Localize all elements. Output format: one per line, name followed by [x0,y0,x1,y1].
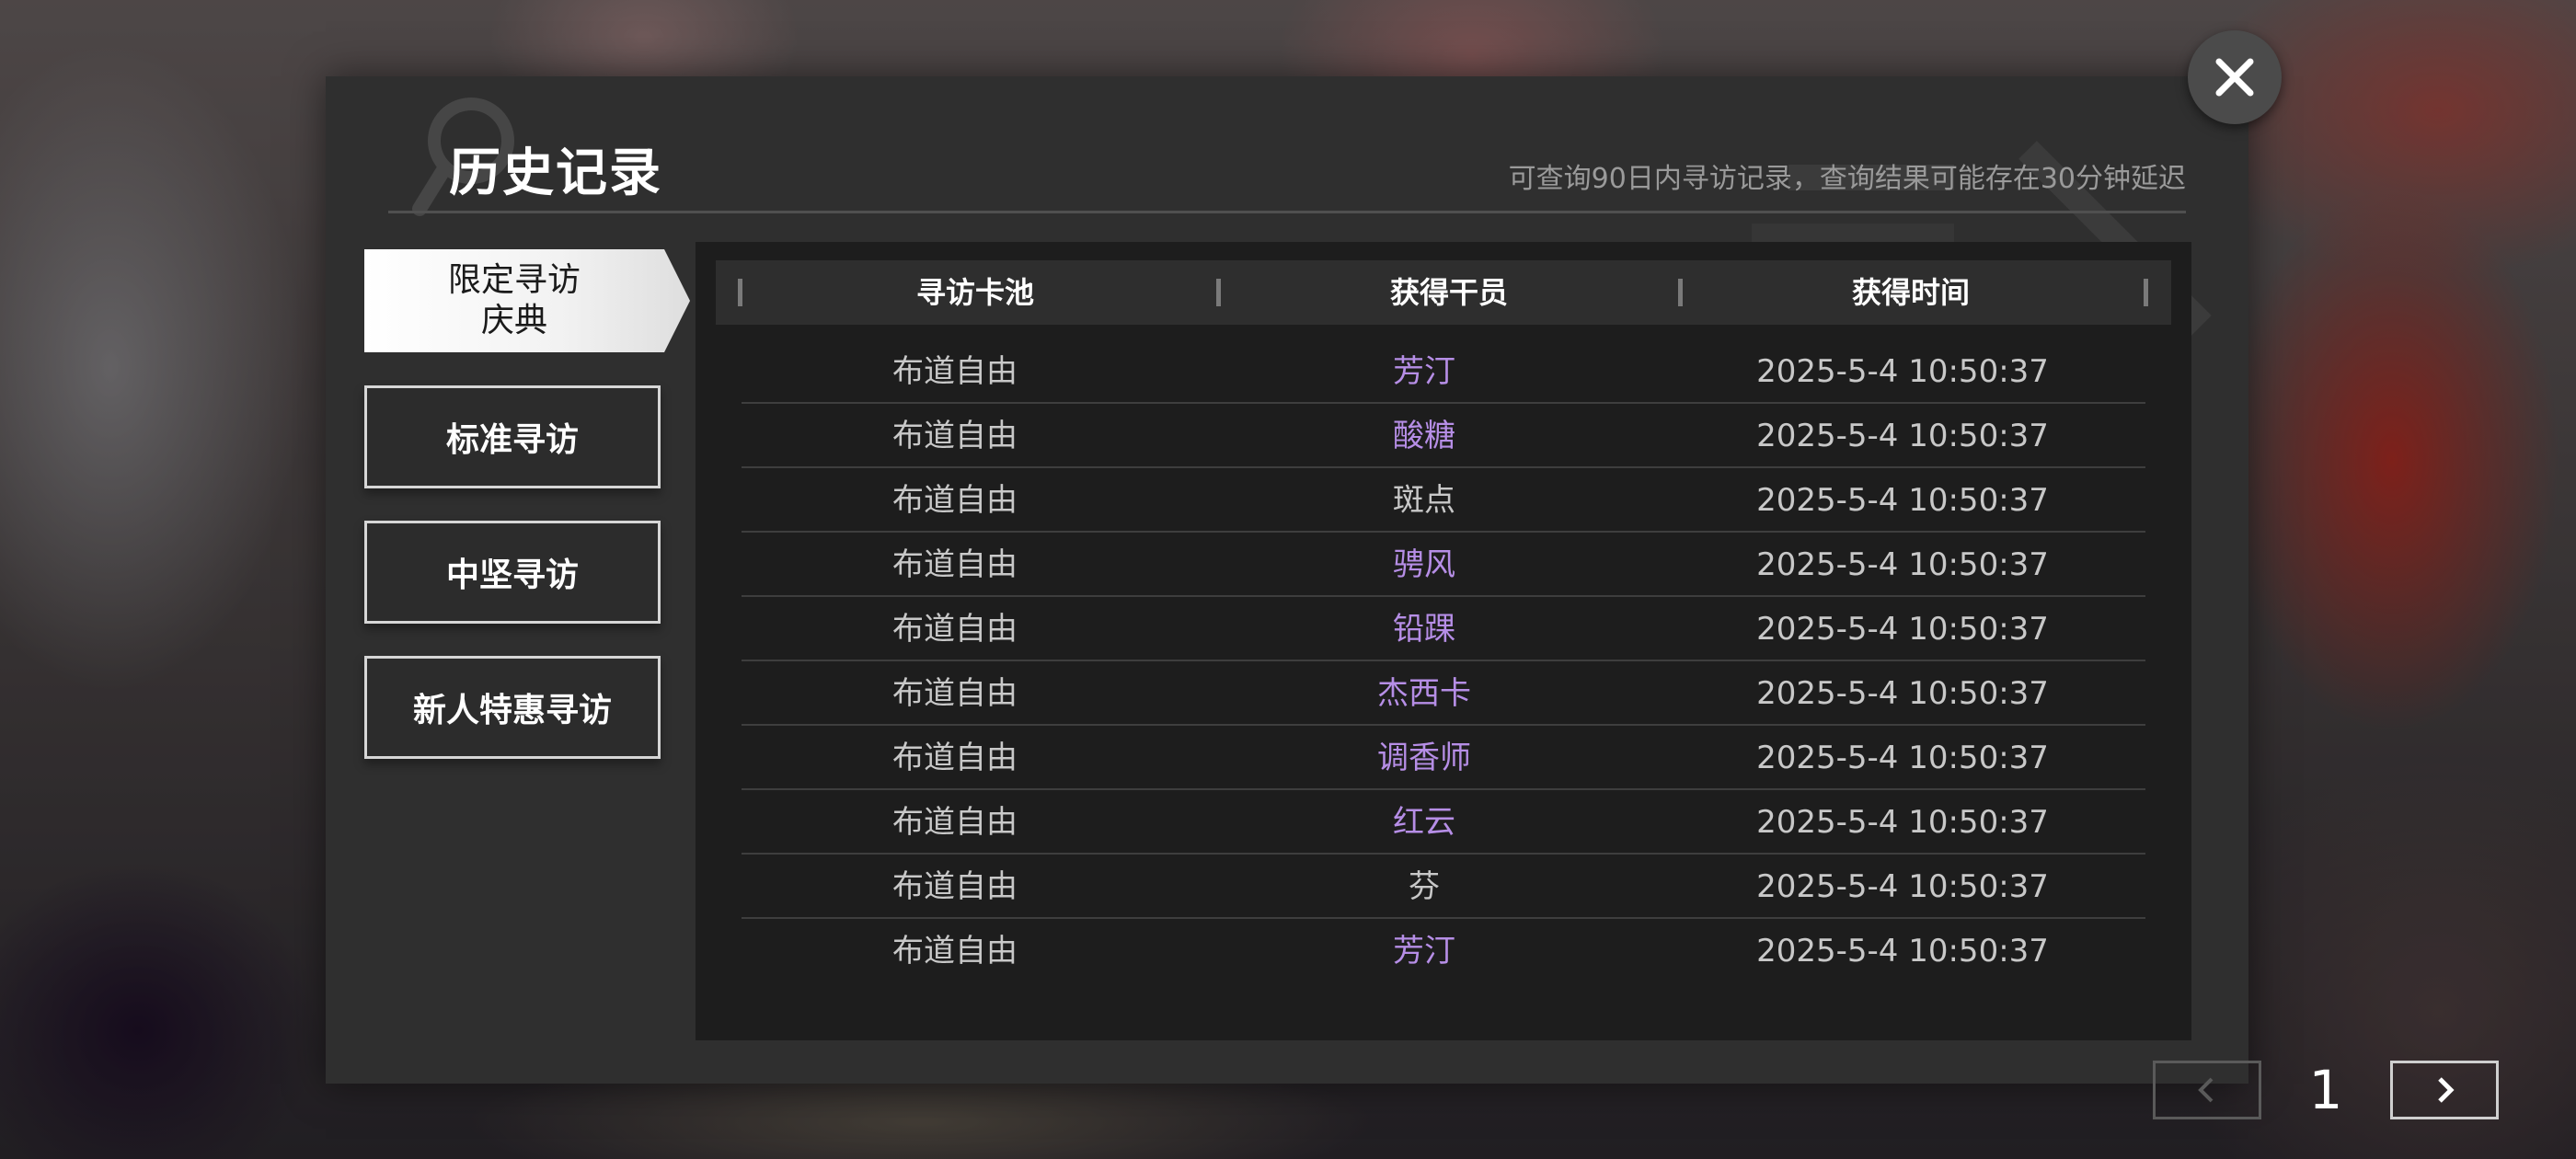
next-page-button[interactable] [2390,1061,2499,1119]
close-icon [2215,58,2254,97]
operator-cell: 骋风 [1393,546,1455,583]
operator-cell: 斑点 [1393,482,1455,519]
time-cell: 2025-5-4 10:50:37 [1756,675,2049,712]
header-pool: 寻访卡池 [915,275,1034,310]
pool-cell: 布道自由 [892,740,1018,776]
operator-cell: 芬 [1409,868,1440,905]
time-cell: 2025-5-4 10:50:37 [1756,546,2049,583]
history-modal: 历史记录 可查询90日内寻访记录，查询结果可能存在30分钟延迟 限定寻访 庆典 … [326,76,2499,1121]
table-row: 布道自由 酸糖 2025-5-4 10:50:37 [742,404,2145,468]
close-button[interactable] [2188,30,2282,124]
modal-title: 历史记录 [449,143,662,203]
tab-newbie-headhunting[interactable]: 新人特惠寻访 [364,656,661,759]
table-row: 布道自由 骋风 2025-5-4 10:50:37 [742,533,2145,597]
operator-cell: 酸糖 [1393,418,1455,454]
query-notice: 可查询90日内寻访记录，查询结果可能存在30分钟延迟 [1508,163,2186,195]
tab-standard-headhunting[interactable]: 标准寻访 [364,385,661,488]
time-cell: 2025-5-4 10:50:37 [1756,868,2049,905]
table-row: 布道自由 芳汀 2025-5-4 10:50:37 [742,339,2145,404]
title-divider [388,211,2186,213]
pool-cell: 布道自由 [892,868,1018,905]
pool-cell: 布道自由 [892,933,1018,970]
pool-cell: 布道自由 [892,675,1018,712]
time-cell: 2025-5-4 10:50:37 [1756,740,2049,776]
pool-cell: 布道自由 [892,353,1018,390]
header-operator: 获得干员 [1389,275,1508,310]
chevron-left-icon [2198,1077,2214,1103]
prev-page-button[interactable] [2153,1061,2261,1119]
current-page-number: 1 [2308,1059,2343,1121]
tab-label: 中坚寻访 [445,557,579,594]
table-row: 布道自由 杰西卡 2025-5-4 10:50:37 [742,661,2145,726]
header-separator [1216,279,1221,306]
time-cell: 2025-5-4 10:50:37 [1756,418,2049,454]
operator-cell: 红云 [1393,804,1455,841]
time-cell: 2025-5-4 10:50:37 [1756,353,2049,390]
operator-cell: 芳汀 [1393,353,1455,390]
table-row: 布道自由 斑点 2025-5-4 10:50:37 [742,468,2145,533]
table-row: 布道自由 芬 2025-5-4 10:50:37 [742,855,2145,919]
time-cell: 2025-5-4 10:50:37 [1756,933,2049,970]
operator-cell: 芳汀 [1393,933,1455,970]
table-row: 布道自由 红云 2025-5-4 10:50:37 [742,790,2145,855]
table-row: 布道自由 铅踝 2025-5-4 10:50:37 [742,597,2145,661]
header-separator [1678,279,1683,306]
operator-cell: 调香师 [1377,740,1471,776]
tab-core-headhunting[interactable]: 中坚寻访 [364,521,661,624]
header-separator [2144,279,2148,306]
operator-cell: 铅踝 [1393,611,1455,648]
table-body: 布道自由 芳汀 2025-5-4 10:50:37 布道自由 酸糖 2025-5… [742,339,2145,983]
pool-cell: 布道自由 [892,804,1018,841]
tab-label: 限定寻访 庆典 [447,261,581,339]
time-cell: 2025-5-4 10:50:37 [1756,611,2049,648]
pool-cell: 布道自由 [892,482,1018,519]
header-separator [738,279,742,306]
table-row: 布道自由 芳汀 2025-5-4 10:50:37 [742,919,2145,983]
tab-label: 标准寻访 [445,421,579,459]
table-header: 寻访卡池 获得干员 获得时间 [716,260,2171,325]
chevron-right-icon [2438,1077,2455,1103]
pool-cell: 布道自由 [892,418,1018,454]
pool-cell: 布道自由 [892,611,1018,648]
pool-cell: 布道自由 [892,546,1018,583]
operator-cell: 杰西卡 [1377,675,1471,712]
table-row: 布道自由 调香师 2025-5-4 10:50:37 [742,726,2145,790]
time-cell: 2025-5-4 10:50:37 [1756,482,2049,519]
tab-limited-headhunting[interactable]: 限定寻访 庆典 [364,249,690,352]
tab-label: 新人特惠寻访 [412,692,612,729]
header-time: 获得时间 [1851,275,1970,310]
time-cell: 2025-5-4 10:50:37 [1756,804,2049,841]
history-table: 寻访卡池 获得干员 获得时间 布道自由 芳汀 2025-5-4 10:50:37… [696,242,2499,1121]
